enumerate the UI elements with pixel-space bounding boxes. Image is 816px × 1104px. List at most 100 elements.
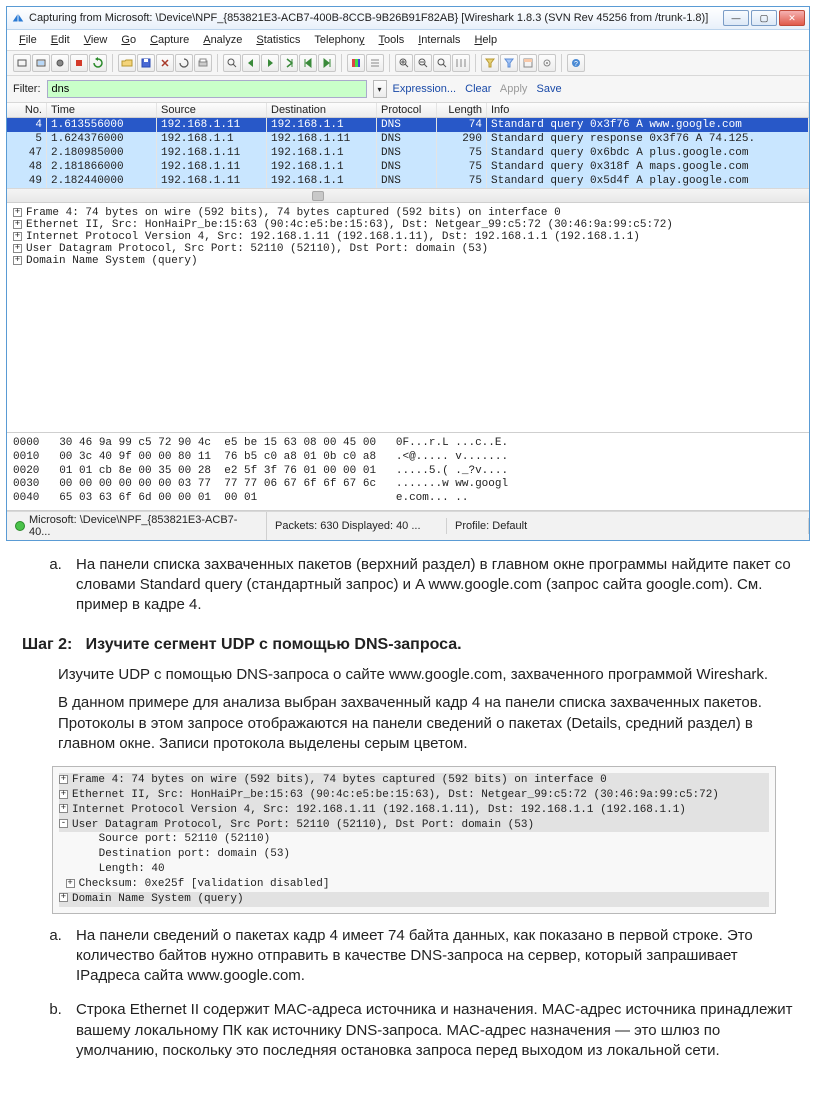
status-packets: Packets: 630 Displayed: 40 ...: [267, 518, 447, 534]
packet-details-pane[interactable]: +Frame 4: 74 bytes on wire (592 bits), 7…: [7, 203, 809, 433]
resize-columns-icon[interactable]: [452, 54, 470, 72]
svg-text:?: ?: [574, 61, 578, 68]
col-header-source[interactable]: Source: [157, 103, 267, 117]
clear-link[interactable]: Clear: [465, 83, 491, 95]
stop-capture-icon[interactable]: [70, 54, 88, 72]
start-capture-icon[interactable]: [51, 54, 69, 72]
restart-capture-icon[interactable]: [89, 54, 107, 72]
menu-statistics[interactable]: Statistics: [250, 32, 306, 48]
protocol-tree-line: Destination port: domain (53): [59, 847, 769, 862]
save-icon[interactable]: [137, 54, 155, 72]
filter-input[interactable]: [47, 80, 367, 98]
packet-bytes-pane[interactable]: 0000 30 46 9a 99 c5 72 90 4c e5 be 15 63…: [7, 433, 809, 511]
menu-go[interactable]: Go: [115, 32, 142, 48]
go-first-icon[interactable]: [299, 54, 317, 72]
packet-list-body[interactable]: 41.613556000192.168.1.11192.168.1.1DNS74…: [7, 118, 809, 188]
collapse-icon[interactable]: -: [59, 819, 68, 828]
menu-capture[interactable]: Capture: [144, 32, 195, 48]
menu-file[interactable]: File: [13, 32, 43, 48]
open-icon[interactable]: [118, 54, 136, 72]
zoom-reset-icon[interactable]: [433, 54, 451, 72]
protocol-tree-line: +Frame 4: 74 bytes on wire (592 bits), 7…: [59, 773, 769, 788]
protocol-tree-line: Length: 40: [59, 862, 769, 877]
menu-edit[interactable]: Edit: [45, 32, 76, 48]
filter-dropdown-icon[interactable]: ▾: [373, 80, 387, 98]
close-button[interactable]: ✕: [779, 10, 805, 26]
reload-icon[interactable]: [175, 54, 193, 72]
autoscroll-icon[interactable]: [366, 54, 384, 72]
expression-link[interactable]: Expression...: [393, 83, 457, 95]
expand-icon[interactable]: +: [13, 256, 22, 265]
interfaces-icon[interactable]: [13, 54, 31, 72]
protocol-tree-line: -User Datagram Protocol, Src Port: 52110…: [59, 818, 769, 833]
expand-icon[interactable]: +: [13, 220, 22, 229]
expand-icon[interactable]: +: [13, 244, 22, 253]
expand-icon[interactable]: +: [59, 775, 68, 784]
status-interface: Microsoft: \Device\NPF_{853821E3-ACB7-40…: [7, 512, 267, 540]
table-row[interactable]: 472.180985000192.168.1.11192.168.1.1DNS7…: [7, 146, 809, 160]
menu-help[interactable]: Help: [468, 32, 503, 48]
expand-icon[interactable]: +: [13, 232, 22, 241]
status-profile[interactable]: Profile: Default: [447, 518, 809, 534]
coloring-rules-icon[interactable]: [519, 54, 537, 72]
protocol-tree-line[interactable]: +Ethernet II, Src: HonHaiPr_be:15:63 (90…: [13, 219, 803, 231]
go-last-icon[interactable]: [318, 54, 336, 72]
help-icon[interactable]: ?: [567, 54, 585, 72]
menu-view[interactable]: View: [78, 32, 114, 48]
title-bar: Capturing from Microsoft: \Device\NPF_{8…: [7, 7, 809, 30]
col-header-protocol[interactable]: Protocol: [377, 103, 437, 117]
menu-tools[interactable]: Tools: [373, 32, 411, 48]
expand-icon[interactable]: +: [59, 804, 68, 813]
go-back-icon[interactable]: [242, 54, 260, 72]
col-header-destination[interactable]: Destination: [267, 103, 377, 117]
window-controls: — ▢ ✕: [723, 10, 805, 26]
col-header-info[interactable]: Info: [487, 103, 809, 117]
maximize-button[interactable]: ▢: [751, 10, 777, 26]
zoom-out-icon[interactable]: [414, 54, 432, 72]
col-header-time[interactable]: Time: [47, 103, 157, 117]
display-filters-icon[interactable]: [500, 54, 518, 72]
apply-link[interactable]: Apply: [500, 83, 528, 95]
capture-filters-icon[interactable]: [481, 54, 499, 72]
window-title: Capturing from Microsoft: \Device\NPF_{8…: [29, 12, 723, 24]
find-icon[interactable]: [223, 54, 241, 72]
preferences-icon[interactable]: [538, 54, 556, 72]
status-bar: Microsoft: \Device\NPF_{853821E3-ACB7-40…: [7, 511, 809, 540]
table-row[interactable]: 482.181866000192.168.1.11192.168.1.1DNS7…: [7, 160, 809, 174]
table-row[interactable]: 492.182440000192.168.1.11192.168.1.1DNS7…: [7, 174, 809, 188]
protocol-tree-line: +Checksum: 0xe25f [validation disabled]: [59, 877, 769, 892]
scrollbar-thumb[interactable]: [312, 191, 324, 201]
options-icon[interactable]: [32, 54, 50, 72]
menu-internals[interactable]: Internals: [412, 32, 466, 48]
protocol-tree-line[interactable]: +User Datagram Protocol, Src Port: 52110…: [13, 243, 803, 255]
expand-icon[interactable]: +: [59, 790, 68, 799]
protocol-tree-line[interactable]: +Domain Name System (query): [13, 255, 803, 267]
expand-icon[interactable]: +: [13, 208, 22, 217]
table-row[interactable]: 51.624376000192.168.1.1192.168.1.11DNS29…: [7, 132, 809, 146]
filter-bar: Filter: ▾ Expression... Clear Apply Save: [7, 76, 809, 103]
protocol-tree-line[interactable]: +Internet Protocol Version 4, Src: 192.1…: [13, 231, 803, 243]
expand-icon[interactable]: +: [66, 879, 75, 888]
minimize-button[interactable]: —: [723, 10, 749, 26]
print-icon[interactable]: [194, 54, 212, 72]
packet-list-scrollbar[interactable]: [7, 188, 809, 202]
status-interface-text: Microsoft: \Device\NPF_{853821E3-ACB7-40…: [29, 514, 258, 538]
capture-status-icon: [15, 521, 25, 531]
menu-telephony[interactable]: Telephony: [308, 32, 370, 48]
menu-bar: File Edit View Go Capture Analyze Statis…: [7, 30, 809, 51]
goto-packet-icon[interactable]: [280, 54, 298, 72]
step-2-heading: Шаг 2: Изучите сегмент UDP с помощью DNS…: [22, 634, 794, 656]
close-file-icon[interactable]: [156, 54, 174, 72]
table-row[interactable]: 41.613556000192.168.1.11192.168.1.1DNS74…: [7, 118, 809, 132]
col-header-no[interactable]: No.: [7, 103, 47, 117]
expand-icon[interactable]: +: [59, 893, 68, 902]
filter-actions: Expression... Clear Apply Save: [393, 83, 568, 95]
save-link[interactable]: Save: [537, 83, 562, 95]
zoom-in-icon[interactable]: [395, 54, 413, 72]
protocol-tree-line: +Internet Protocol Version 4, Src: 192.1…: [59, 803, 769, 818]
protocol-tree-line[interactable]: +Frame 4: 74 bytes on wire (592 bits), 7…: [13, 207, 803, 219]
go-forward-icon[interactable]: [261, 54, 279, 72]
colorize-icon[interactable]: [347, 54, 365, 72]
col-header-length[interactable]: Length: [437, 103, 487, 117]
menu-analyze[interactable]: Analyze: [197, 32, 248, 48]
